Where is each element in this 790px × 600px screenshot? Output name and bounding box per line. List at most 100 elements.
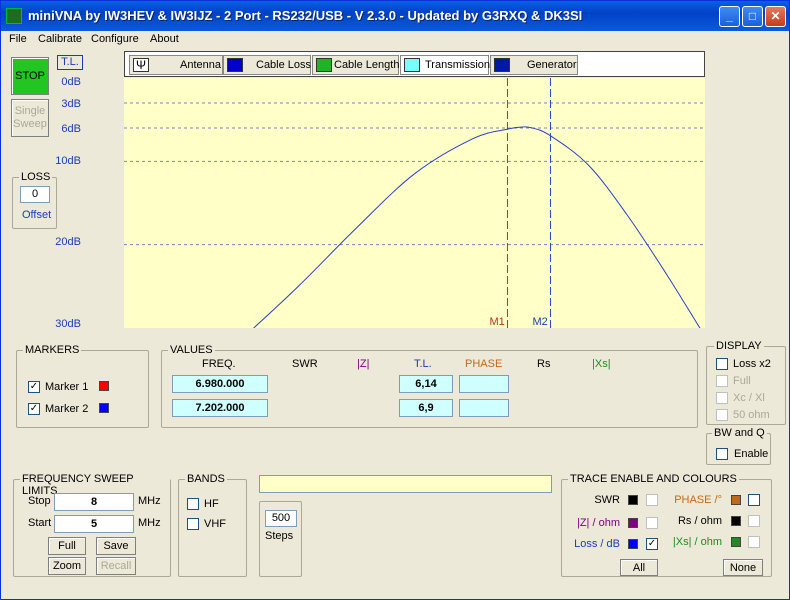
bwq-enable-checkbox[interactable] [716, 448, 728, 460]
maximize-button[interactable]: □ [742, 6, 763, 27]
loss-x2-checkbox[interactable] [716, 358, 728, 370]
marker1-color-swatch[interactable] [99, 381, 109, 391]
values-group: VALUES FREQ. SWR |Z| T.L. PHASE Rs |Xs| … [161, 344, 698, 428]
marker2-phase-field[interactable] [459, 399, 509, 417]
tab-cable-length[interactable]: Cable Length [312, 55, 399, 75]
bands-title: BANDS [185, 473, 227, 485]
vhf-label: VHF [204, 518, 226, 530]
marker2-checkbox[interactable]: ✓ [28, 403, 40, 415]
markers-title: MARKERS [23, 344, 82, 356]
cable-length-icon [316, 58, 332, 72]
vhf-checkbox[interactable] [187, 518, 199, 530]
marker2-color-swatch[interactable] [99, 403, 109, 413]
menu-configure[interactable]: Configure [91, 33, 139, 45]
steps-group: 500 Steps [259, 501, 302, 577]
header-z: |Z| [357, 358, 370, 370]
y-tick-30: 30dB [55, 318, 81, 330]
close-button[interactable]: ✕ [765, 6, 786, 27]
marker1-tl-field[interactable]: 6,14 [399, 375, 453, 393]
rs-trace-label: Rs / ohm [677, 515, 722, 527]
tl-indicator: T.L. [57, 55, 83, 70]
save-button[interactable]: Save [96, 537, 136, 555]
sweep-limits-group: FREQUENCY SWEEP LIMITS Stop 8 MHz Start … [13, 473, 171, 577]
z-trace-checkbox[interactable] [646, 517, 658, 529]
y-tick-6: 6dB [61, 123, 81, 135]
trace-group: TRACE ENABLE AND COLOURS SWR PHASE /° |Z… [561, 473, 772, 577]
bwq-group: BW and Q Enable [706, 427, 771, 465]
steps-input[interactable]: 500 [265, 510, 297, 527]
display-title: DISPLAY [714, 340, 764, 352]
marker2-freq-field[interactable]: 7.202.000 [172, 399, 268, 417]
app-window: miniVNA by IW3HEV & IW3IJZ - 2 Port - RS… [0, 0, 790, 600]
loss-offset-label: Offset [22, 209, 52, 221]
marker1-phase-field[interactable] [459, 375, 509, 393]
full-checkbox[interactable] [716, 375, 728, 387]
start-freq-unit: MHz [138, 517, 161, 529]
bwq-enable-label: Enable [734, 448, 769, 460]
marker1-label: Marker 1 [45, 381, 89, 393]
swr-color-swatch[interactable] [628, 495, 638, 505]
marker2-tl-field[interactable]: 6,9 [399, 399, 453, 417]
tab-generator[interactable]: Generator [490, 55, 578, 75]
swr-trace-checkbox[interactable] [646, 494, 658, 506]
y-tick-20: 20dB [55, 236, 81, 248]
bands-group: BANDS HF VHF [178, 473, 247, 577]
menu-calibrate[interactable]: Calibrate [38, 33, 82, 45]
menu-file[interactable]: File [9, 33, 27, 45]
header-phase: PHASE [465, 358, 503, 370]
app-icon [6, 8, 22, 24]
phase-trace-checkbox[interactable] [748, 494, 760, 506]
antenna-icon: Ψ [133, 58, 149, 72]
tab-antenna[interactable]: Ψ Antenna [129, 55, 223, 75]
tab-transmission-label: Transmission [425, 59, 490, 71]
xc-xl-checkbox[interactable] [716, 392, 728, 404]
title-bar[interactable]: miniVNA by IW3HEV & IW3IJZ - 2 Port - RS… [1, 1, 789, 31]
y-tick-0: 0dB [61, 76, 81, 88]
steps-label: Steps [265, 530, 294, 542]
loss-title: LOSS [19, 171, 53, 183]
swr-trace-label: SWR [594, 494, 620, 506]
loss-trace-label: Loss / dB [574, 538, 620, 550]
hf-label: HF [204, 498, 219, 510]
phase-color-swatch[interactable] [731, 495, 741, 505]
loss-trace-checkbox[interactable]: ✓ [646, 538, 658, 550]
loss-color-swatch[interactable] [628, 539, 638, 549]
display-group: DISPLAY Loss x2 Full Xc / Xl 50 ohm [706, 340, 786, 425]
transmission-icon [404, 58, 420, 72]
start-freq-input[interactable]: 5 [54, 515, 134, 533]
window-title: miniVNA by IW3HEV & IW3IJZ - 2 Port - RS… [28, 8, 583, 23]
start-freq-label: Start [28, 517, 52, 529]
marker1-freq-field[interactable]: 6.980.000 [172, 375, 268, 393]
all-traces-button[interactable]: All [620, 559, 658, 576]
tab-transmission[interactable]: Transmission [400, 55, 490, 75]
xs-color-swatch[interactable] [731, 537, 741, 547]
ohm50-label: 50 ohm [733, 409, 770, 421]
rs-color-swatch[interactable] [731, 516, 741, 526]
chart-background [124, 78, 705, 328]
xc-xl-label: Xc / Xl [733, 392, 765, 404]
xs-trace-label: |Xs| / ohm [672, 536, 722, 548]
zoom-button[interactable]: Zoom [48, 557, 86, 575]
none-traces-button[interactable]: None [723, 559, 763, 576]
loss-input[interactable]: 0 [20, 186, 50, 203]
phase-trace-label: PHASE /° [674, 494, 722, 506]
xs-trace-checkbox[interactable] [748, 536, 760, 548]
tab-generator-label: Generator [527, 59, 577, 71]
z-color-swatch[interactable] [628, 518, 638, 528]
tab-cable-loss[interactable]: Cable Loss [223, 55, 311, 75]
full-label: Full [733, 375, 751, 387]
cable-loss-icon [227, 58, 243, 72]
values-title: VALUES [168, 344, 215, 356]
transmission-chart: M1 M2 [124, 78, 705, 328]
rs-trace-checkbox[interactable] [748, 515, 760, 527]
stop-freq-input[interactable]: 8 [54, 493, 134, 511]
ohm50-checkbox[interactable] [716, 409, 728, 421]
tab-cable-loss-label: Cable Loss [256, 59, 312, 71]
hf-checkbox[interactable] [187, 498, 199, 510]
loss-x2-label: Loss x2 [733, 358, 771, 370]
minimize-button[interactable]: _ [719, 6, 740, 27]
recall-button[interactable]: Recall [96, 557, 136, 575]
full-button[interactable]: Full [48, 537, 86, 555]
menu-about[interactable]: About [150, 33, 179, 45]
marker1-checkbox[interactable]: ✓ [28, 381, 40, 393]
